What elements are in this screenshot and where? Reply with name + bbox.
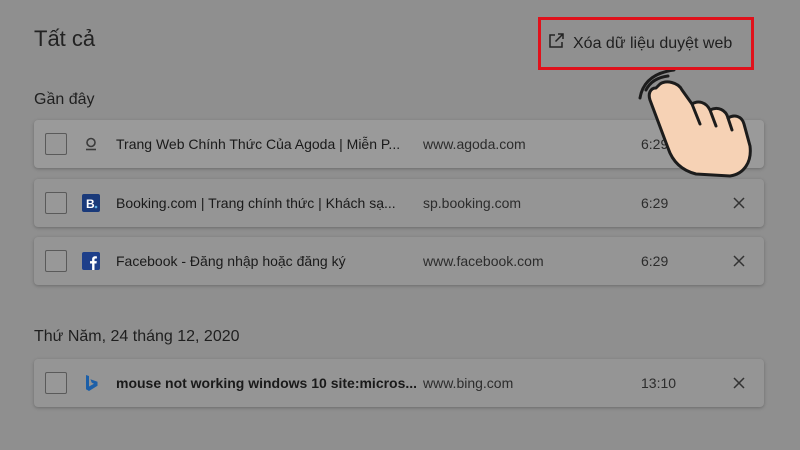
- history-item[interactable]: B Booking.com | Trang chính thức | Khách…: [34, 179, 764, 227]
- item-checkbox[interactable]: [45, 372, 67, 394]
- section-label-recent: Gần đây: [34, 91, 95, 108]
- history-item[interactable]: mouse not working windows 10 site:micros…: [34, 359, 764, 407]
- section-label-date: Thứ Năm, 24 tháng 12, 2020: [34, 328, 240, 345]
- bing-icon: [82, 374, 100, 392]
- item-time: 13:10: [641, 375, 677, 391]
- item-checkbox[interactable]: [45, 250, 67, 272]
- close-icon[interactable]: [731, 195, 747, 211]
- item-title[interactable]: Trang Web Chính Thức Của Agoda | Miễn P.…: [116, 136, 416, 152]
- item-title[interactable]: Facebook - Đăng nhập hoặc đăng ký: [116, 253, 416, 269]
- item-time: 6:29: [641, 253, 669, 269]
- item-url: sp.booking.com: [423, 195, 522, 211]
- history-item[interactable]: Facebook - Đăng nhập hoặc đăng ký www.fa…: [34, 237, 764, 285]
- hand-pointer-icon: [630, 68, 760, 180]
- external-link-icon: [547, 32, 565, 55]
- page-title: Tất cả: [34, 26, 96, 51]
- svg-text:B: B: [86, 197, 95, 211]
- item-url: www.agoda.com: [423, 136, 526, 152]
- agoda-icon: [82, 135, 100, 153]
- booking-icon: B: [82, 194, 100, 212]
- item-checkbox[interactable]: [45, 133, 67, 155]
- close-icon[interactable]: [731, 375, 747, 391]
- facebook-icon: [82, 252, 100, 270]
- close-icon[interactable]: [731, 253, 747, 269]
- clear-browsing-data-button[interactable]: Xóa dữ liệu duyệt web: [538, 17, 754, 70]
- item-title[interactable]: mouse not working windows 10 site:micros…: [116, 375, 416, 391]
- clear-browsing-data-label: Xóa dữ liệu duyệt web: [573, 34, 733, 52]
- item-title[interactable]: Booking.com | Trang chính thức | Khách s…: [116, 195, 416, 211]
- item-url: www.facebook.com: [423, 253, 544, 269]
- item-url: www.bing.com: [423, 375, 514, 391]
- item-checkbox[interactable]: [45, 192, 67, 214]
- item-time: 6:29: [641, 195, 669, 211]
